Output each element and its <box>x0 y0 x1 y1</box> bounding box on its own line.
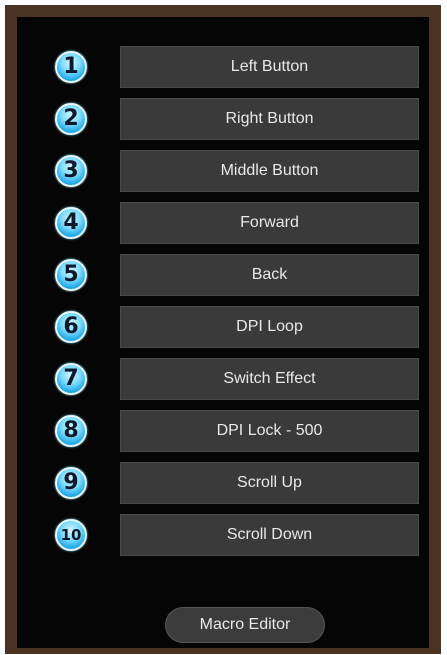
button-row-5: 5 Back <box>41 254 419 296</box>
number-badge-icon: 4 <box>55 207 87 239</box>
button-row-7: 7 Switch Effect <box>41 358 419 400</box>
button-row-8: 8 DPI Lock - 500 <box>41 410 419 452</box>
assign-middle-button[interactable]: Middle Button <box>120 150 419 192</box>
number-badge-icon: 9 <box>55 467 87 499</box>
assign-scroll-down-button[interactable]: Scroll Down <box>120 514 419 556</box>
assign-scroll-up-button[interactable]: Scroll Up <box>120 462 419 504</box>
assign-back-button[interactable]: Back <box>120 254 419 296</box>
number-badge-icon: 7 <box>55 363 87 395</box>
assign-forward-button[interactable]: Forward <box>120 202 419 244</box>
number-badge-icon: 6 <box>55 311 87 343</box>
assign-switch-effect-button[interactable]: Switch Effect <box>120 358 419 400</box>
app-window: 1 Left Button 2 Right Button 3 Middle Bu… <box>0 0 447 655</box>
number-badge-icon: 3 <box>55 155 87 187</box>
macro-editor-button[interactable]: Macro Editor <box>165 607 325 643</box>
button-row-4: 4 Forward <box>41 202 419 244</box>
button-row-2: 2 Right Button <box>41 98 419 140</box>
button-row-9: 9 Scroll Up <box>41 462 419 504</box>
button-assignment-panel: 1 Left Button 2 Right Button 3 Middle Bu… <box>5 5 441 654</box>
button-row-1: 1 Left Button <box>41 46 419 88</box>
assign-left-button[interactable]: Left Button <box>120 46 419 88</box>
button-row-10: 10 Scroll Down <box>41 514 419 556</box>
button-row-3: 3 Middle Button <box>41 150 419 192</box>
number-badge-icon: 5 <box>55 259 87 291</box>
number-badge-icon: 2 <box>55 103 87 135</box>
assign-right-button[interactable]: Right Button <box>120 98 419 140</box>
number-badge-icon: 8 <box>55 415 87 447</box>
button-row-6: 6 DPI Loop <box>41 306 419 348</box>
assign-dpi-lock-button[interactable]: DPI Lock - 500 <box>120 410 419 452</box>
number-badge-icon: 10 <box>55 519 87 551</box>
number-badge-icon: 1 <box>55 51 87 83</box>
assign-dpi-loop-button[interactable]: DPI Loop <box>120 306 419 348</box>
